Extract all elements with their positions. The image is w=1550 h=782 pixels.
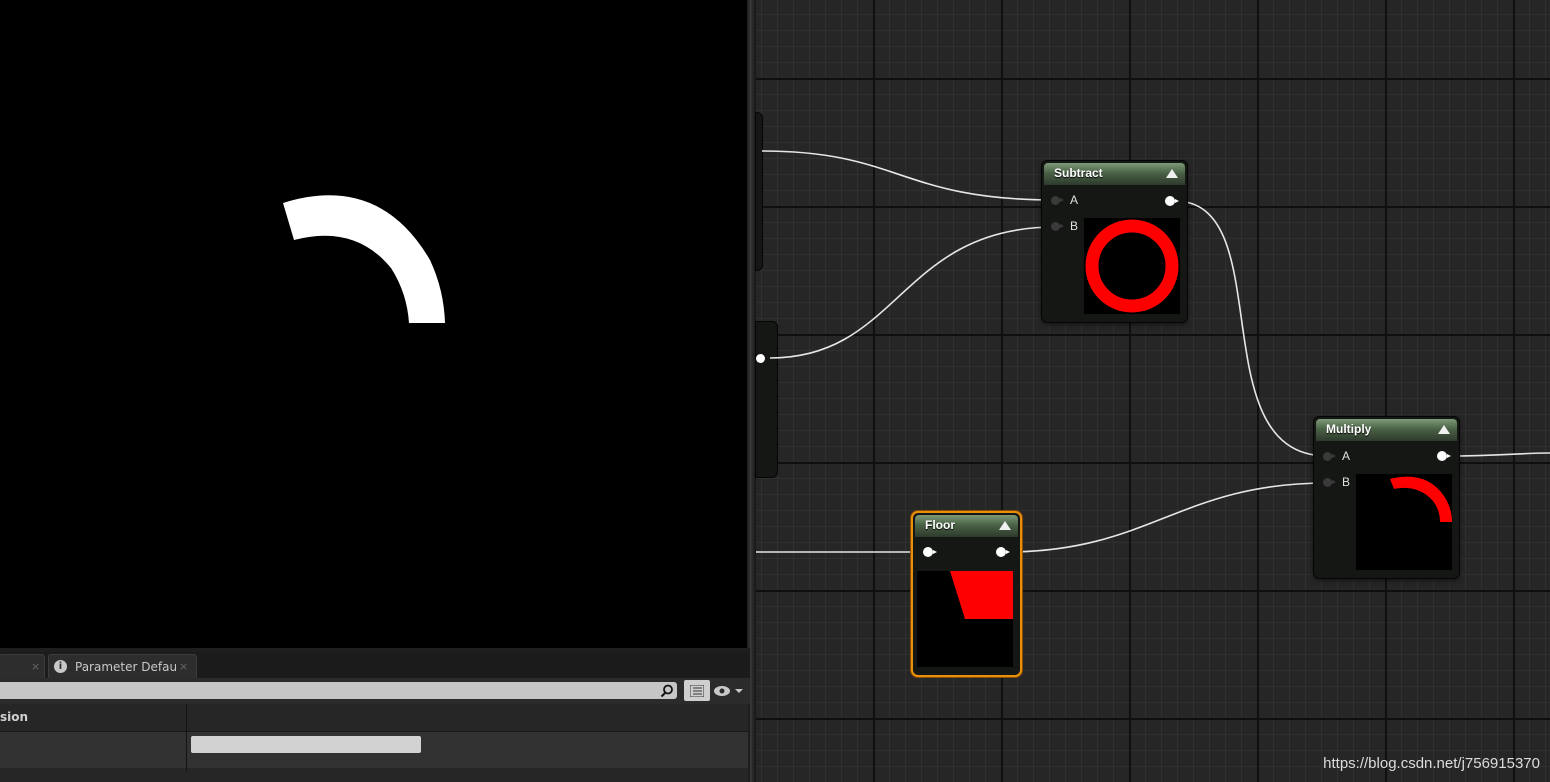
subtract-node[interactable]: Subtract A B: [1042, 161, 1187, 322]
node-title: Floor: [925, 518, 955, 532]
node-preview-ring: [1084, 218, 1180, 314]
details-header-label: sion: [0, 710, 29, 724]
preview-arc-shape: [283, 195, 445, 323]
node-header[interactable]: Subtract: [1044, 163, 1185, 185]
tab-close-icon[interactable]: ×: [31, 655, 40, 679]
preview-viewport[interactable]: [0, 0, 747, 648]
output-pin[interactable]: [1437, 451, 1451, 461]
input-pin-a[interactable]: [1051, 196, 1064, 205]
node-preview-arc: [1356, 474, 1452, 570]
pin-label-b: B: [1070, 219, 1079, 233]
offscreen-node-middle[interactable]: [756, 322, 777, 477]
collapse-arrow-icon[interactable]: [1438, 425, 1450, 434]
output-pin[interactable]: [1165, 196, 1179, 206]
details-category-header[interactable]: sion: [0, 704, 748, 732]
view-list-button[interactable]: [684, 680, 710, 701]
node-title: Subtract: [1054, 166, 1103, 180]
tab-parameter-defaults[interactable]: i Parameter Defaults ×: [48, 654, 197, 678]
search-input[interactable]: [0, 682, 677, 699]
output-pin[interactable]: [996, 547, 1010, 557]
offscreen-node-top[interactable]: [756, 113, 762, 270]
collapse-arrow-icon[interactable]: [1166, 169, 1178, 178]
node-header[interactable]: Multiply: [1316, 419, 1457, 441]
property-value-field[interactable]: [191, 736, 421, 753]
input-pin-b[interactable]: [1051, 222, 1064, 231]
details-panel: × i Parameter Defaults ×: [0, 648, 750, 782]
watermark-text: https://blog.csdn.net/j756915370: [1323, 755, 1540, 772]
input-pin-a[interactable]: [1323, 452, 1336, 461]
material-graph[interactable]: [756, 0, 1550, 782]
input-pin-b[interactable]: [1323, 478, 1336, 487]
pin-label-a: A: [1342, 449, 1351, 463]
input-pin[interactable]: [923, 547, 937, 557]
node-preview-quadrant: [917, 571, 1013, 667]
multiply-node[interactable]: Multiply A B: [1314, 417, 1459, 578]
list-icon: [690, 685, 704, 697]
pin-label-b: B: [1342, 475, 1351, 489]
tab-strip: × i Parameter Defaults ×: [0, 652, 750, 678]
tab-details[interactable]: ×: [0, 654, 45, 678]
info-icon: i: [54, 660, 67, 673]
collapse-arrow-icon[interactable]: [999, 521, 1011, 530]
eye-icon: [714, 686, 743, 696]
visibility-dropdown[interactable]: [713, 682, 745, 700]
node-title: Multiply: [1326, 422, 1372, 436]
search-icon[interactable]: [660, 684, 674, 698]
floor-node[interactable]: Floor: [913, 513, 1020, 675]
pin-label-a: A: [1070, 193, 1079, 207]
column-divider[interactable]: [186, 704, 187, 772]
details-row-bottom: [0, 768, 748, 782]
tab-label: Parameter Defaults: [75, 660, 176, 674]
tab-close-icon[interactable]: ×: [179, 655, 188, 679]
node-header[interactable]: Floor: [915, 515, 1018, 537]
output-pin[interactable]: [756, 354, 765, 363]
search-row: [0, 678, 750, 704]
